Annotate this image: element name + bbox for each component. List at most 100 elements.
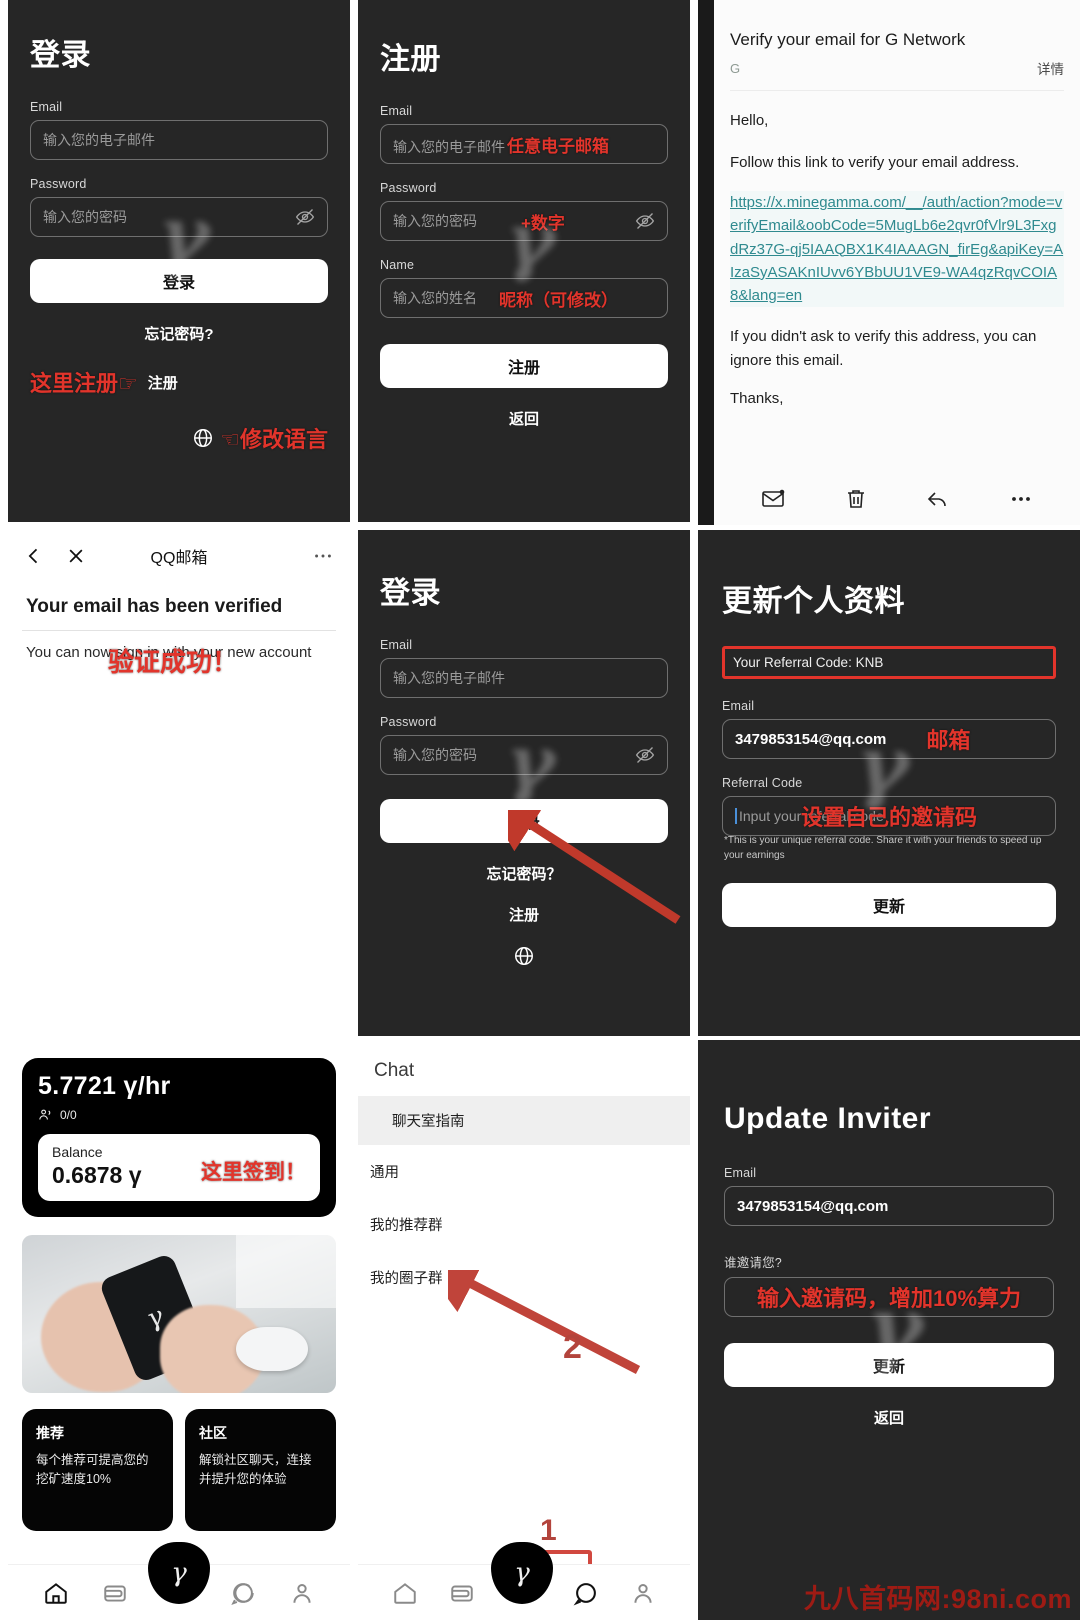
globe-icon[interactable]	[192, 427, 214, 449]
chat-title: Chat	[374, 1060, 415, 1081]
page-title: Update Inviter	[724, 1102, 932, 1135]
home-icon[interactable]	[43, 1580, 69, 1606]
reply-icon[interactable]	[926, 487, 950, 511]
chat-row-label: 通用	[370, 1165, 399, 1181]
annotation-email: 任意电子邮箱	[507, 136, 609, 156]
hero-mouse	[235, 1326, 308, 1371]
page-title: 更新个人资料	[722, 585, 905, 618]
eye-off-icon[interactable]	[295, 207, 315, 227]
login-button[interactable]: 登录	[30, 259, 328, 303]
page-title: 注册	[380, 43, 441, 76]
password-label: Password	[30, 177, 87, 191]
password-placeholder: 输入您的密码	[393, 747, 477, 763]
mail-unread-icon[interactable]	[761, 487, 785, 511]
feature-tiles: 推荐 每个推荐可提高您的挖矿速度10% 社区 解锁社区聊天，连接并提升您的体验	[22, 1409, 336, 1531]
eye-off-icon[interactable]	[635, 745, 655, 765]
back-button[interactable]: 返回	[380, 408, 668, 429]
chat-row-guide[interactable]: 聊天室指南	[358, 1096, 690, 1145]
annotation-verify-success: 验证成功！	[108, 647, 239, 677]
email-label: Email	[722, 699, 755, 713]
panel-chat: Chat 聊天室指南 通用 我的推荐群 我的圈子群 2 1 γ	[358, 1040, 690, 1620]
tile-community[interactable]: 社区 解锁社区聊天，连接并提升您的体验	[185, 1409, 336, 1531]
password-placeholder: 输入您的密码	[43, 209, 127, 225]
panel-register: 注册 Email 输入您的电子邮件 任意电子邮箱 Password 输入您的密码…	[358, 0, 690, 522]
name-placeholder: 输入您的姓名	[393, 290, 477, 306]
email-input[interactable]: 3479853154@qq.com 邮箱	[722, 719, 1056, 759]
tile-heading: 社区	[199, 1425, 227, 1441]
wallet-icon[interactable]	[449, 1580, 475, 1606]
chat-row-label: 我的推荐群	[370, 1218, 443, 1234]
name-label: Name	[380, 258, 415, 272]
update-button[interactable]: 更新	[724, 1343, 1054, 1387]
home-icon[interactable]	[392, 1580, 418, 1606]
email-value: 3479853154@qq.com	[737, 1197, 889, 1215]
inviter-code-input[interactable]: 输入邀请码，增加10%算力	[724, 1277, 1054, 1317]
annotation-email: 邮箱	[926, 728, 971, 753]
annotation-register-here: 这里注册☞	[30, 371, 138, 396]
register-link[interactable]: 注册	[148, 372, 178, 393]
screenshot-collage: 登录 Email 输入您的电子邮件 Password 输入您的密码 登录 忘记密…	[0, 0, 1080, 1620]
mail-top-spacer	[730, 0, 1064, 18]
users-icon	[39, 1109, 51, 1120]
annotation-arrow-login	[508, 810, 681, 924]
password-input[interactable]: 输入您的密码	[380, 735, 668, 775]
annotation-change-language: ☜修改语言	[220, 427, 328, 452]
users-count: 0/0	[60, 1107, 77, 1122]
update-button[interactable]: 更新	[722, 883, 1056, 927]
tile-heading: 推荐	[36, 1425, 64, 1441]
profile-icon[interactable]	[289, 1580, 315, 1606]
rate-card: 5.7721 γ/hr 0/0 Balance 0.6878 γ 这里签到！	[22, 1058, 336, 1217]
password-placeholder: 输入您的密码	[393, 213, 477, 229]
chat-row-label: 我的圈子群	[370, 1271, 443, 1287]
chat-icon[interactable]	[230, 1580, 256, 1606]
email-label: Email	[380, 104, 413, 118]
email-input[interactable]: 输入您的电子邮件	[30, 120, 328, 160]
trash-icon[interactable]	[844, 487, 868, 511]
mail-thanks: Thanks,	[730, 390, 784, 408]
referral-hint: *This is your unique referral code. Shar…	[724, 835, 1042, 861]
email-label: Email	[380, 638, 413, 652]
referral-code-label: Referral Code	[722, 776, 803, 790]
email-input[interactable]: 输入您的电子邮件 任意电子邮箱	[380, 124, 668, 164]
annotation-checkin: 这里签到！	[201, 1161, 306, 1184]
email-placeholder: 输入您的电子邮件	[393, 670, 505, 686]
mail-instruction: Follow this link to verify your email ad…	[730, 154, 1020, 171]
annotation-step-2: 2	[563, 1328, 582, 1366]
chat-row-referral-group[interactable]: 我的推荐群	[358, 1198, 690, 1251]
qq-app-title: QQ邮箱	[150, 550, 208, 567]
password-label: Password	[380, 181, 437, 195]
wallet-icon[interactable]	[102, 1580, 128, 1606]
verified-heading: Your email has been verified	[26, 596, 283, 617]
chat-icon[interactable]	[573, 1580, 599, 1606]
eye-off-icon[interactable]	[635, 211, 655, 231]
mail-verify-link[interactable]: https://x.minegamma.com/__/auth/action?m…	[730, 191, 1064, 308]
chat-row-general[interactable]: 通用	[358, 1145, 690, 1198]
referral-code-input[interactable]: Input your referral code 设置自己的邀请码	[722, 796, 1056, 836]
inviter-label: 谁邀请您?	[724, 1256, 782, 1270]
password-input[interactable]: 输入您的密码 +数字	[380, 201, 668, 241]
mail-detail-link[interactable]: 详情	[1037, 58, 1064, 78]
more-icon[interactable]	[1009, 487, 1033, 511]
mail-action-bar	[714, 479, 1080, 519]
tile-body: 解锁社区聊天，连接并提升您的体验	[199, 1453, 312, 1486]
profile-icon[interactable]	[630, 1580, 656, 1606]
globe-icon[interactable]	[513, 945, 535, 967]
email-placeholder: 输入您的电子邮件	[43, 132, 155, 148]
mail-greeting: Hello,	[730, 112, 769, 129]
hero-shelf	[235, 1235, 336, 1308]
register-button[interactable]: 注册	[380, 344, 668, 388]
annotation-referral: 设置自己的邀请码	[801, 805, 978, 830]
page-title: 登录	[30, 39, 91, 72]
back-button[interactable]: 返回	[724, 1407, 1054, 1428]
email-placeholder: 输入您的电子邮件	[393, 138, 505, 155]
password-input[interactable]: 输入您的密码	[30, 197, 328, 237]
tile-referral[interactable]: 推荐 每个推荐可提高您的挖矿速度10%	[22, 1409, 173, 1531]
page-title: 登录	[380, 577, 441, 610]
email-input[interactable]: 3479853154@qq.com	[724, 1186, 1054, 1226]
email-input[interactable]: 输入您的电子邮件	[380, 658, 668, 698]
email-label: Email	[724, 1166, 757, 1180]
annotation-inviter: 输入邀请码，增加10%算力	[756, 1286, 1022, 1311]
name-input[interactable]: 输入您的姓名 昵称（可修改）	[380, 278, 668, 318]
forgot-password-link[interactable]: 忘记密码?	[30, 323, 328, 344]
balance-card[interactable]: Balance 0.6878 γ 这里签到！	[38, 1134, 320, 1201]
